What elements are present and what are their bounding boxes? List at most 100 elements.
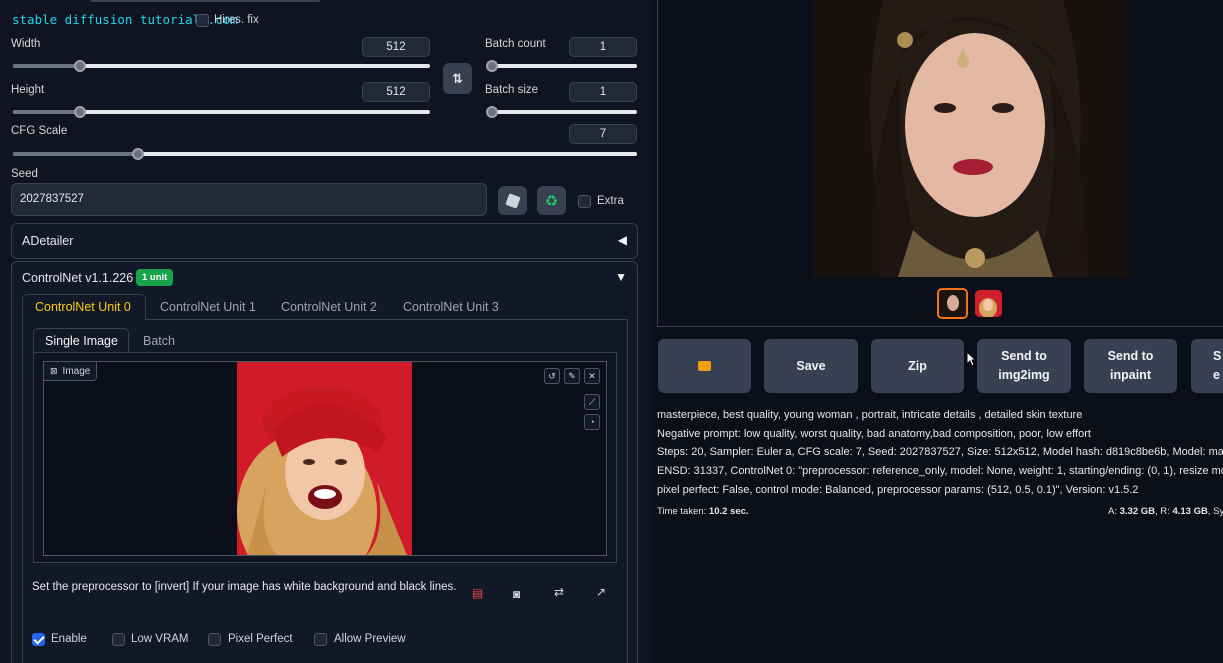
generation-prompt: masterpiece, best quality, young woman ,… — [657, 409, 1083, 421]
palette-icon[interactable]: ◔ — [584, 414, 600, 430]
tab-controlnet-unit-2[interactable]: ControlNet Unit 2 — [281, 300, 377, 314]
width-input[interactable]: 512 — [362, 37, 430, 57]
low-vram-checkbox[interactable] — [112, 633, 125, 646]
extra-seed-checkbox[interactable] — [578, 195, 591, 208]
batch-size-label: Batch size — [485, 84, 539, 96]
generation-params-line: Steps: 20, Sampler: Euler a, CFG scale: … — [657, 446, 1223, 458]
controlnet-title[interactable]: ControlNet v1.1.226 — [22, 271, 133, 285]
send-to-inpaint-button[interactable]: Send to inpaint — [1084, 339, 1177, 393]
send-extras-line1: S — [1213, 349, 1222, 363]
send-img2img-line1: Send to — [1001, 349, 1047, 363]
tab-single-image[interactable]: Single Image — [45, 334, 118, 348]
seed-label: Seed — [11, 168, 38, 180]
batch-size-slider-thumb[interactable] — [486, 106, 498, 118]
left-settings-panel: stable diffusion tutorials.com Hires. fi… — [0, 0, 652, 663]
send-dimensions-icon[interactable]: ↗ — [596, 585, 606, 599]
swap-dimensions-button[interactable]: ⇅ — [443, 63, 472, 94]
collapse-arrow-icon[interactable]: ◀ — [618, 233, 627, 247]
allow-preview-label: Allow Preview — [334, 633, 406, 645]
send-to-img2img-button[interactable]: Send to img2img — [977, 339, 1071, 393]
send-to-extras-button[interactable]: S e — [1191, 339, 1223, 393]
image-label-tag: ⊠ Image — [43, 361, 98, 381]
generation-version-line: pixel perfect: False, control mode: Bala… — [657, 484, 1139, 496]
memory-usage: A: 3.32 GB, R: 4.13 GB, Sys: 6 — [1108, 506, 1223, 517]
width-slider[interactable] — [13, 60, 430, 72]
enable-label: Enable — [51, 633, 87, 645]
camera-icon[interactable]: ◙ — [513, 587, 520, 601]
adetailer-accordion[interactable]: ADetailer ◀ — [11, 223, 638, 259]
cfg-slider-thumb[interactable] — [132, 148, 144, 160]
enable-checkbox[interactable] — [32, 633, 45, 646]
height-slider-thumb[interactable] — [74, 106, 86, 118]
batch-count-slider-thumb[interactable] — [486, 60, 498, 72]
reference-image — [237, 362, 412, 555]
batch-size-input[interactable]: 1 — [569, 82, 637, 102]
hires-fix-checkbox[interactable] — [196, 14, 209, 27]
undo-icon[interactable]: ↺ — [544, 368, 560, 384]
batch-count-label: Batch count — [485, 38, 546, 50]
pixel-perfect-checkbox[interactable] — [208, 633, 221, 646]
cfg-slider[interactable] — [13, 148, 637, 160]
reference-portrait — [237, 362, 412, 555]
height-label: Height — [11, 84, 45, 96]
image-icon: ⊠ — [50, 366, 58, 376]
time-taken-value: 10.2 sec. — [708, 506, 749, 517]
zip-button[interactable]: Zip — [871, 339, 964, 393]
generated-portrait — [813, 0, 1129, 277]
seed-input[interactable]: 2027837527 — [11, 183, 487, 216]
top-tab-remnant — [90, 0, 320, 2]
tab-controlnet-unit-3[interactable]: ControlNet Unit 3 — [403, 300, 499, 314]
folder-icon — [698, 361, 711, 371]
mem-a-label: A: — [1108, 506, 1117, 517]
low-vram-label: Low VRAM — [131, 633, 189, 645]
width-label: Width — [11, 38, 41, 50]
width-slider-thumb[interactable] — [74, 60, 86, 72]
mem-r-value: 4.13 GB — [1172, 506, 1208, 517]
thumbnail-1[interactable] — [937, 288, 968, 319]
generation-negative-prompt: Negative prompt: low quality, worst qual… — [657, 428, 1091, 440]
save-button[interactable]: Save — [764, 339, 858, 393]
height-input[interactable]: 512 — [362, 82, 430, 102]
mouse-cursor-icon — [966, 351, 976, 367]
swap-icon[interactable]: ⇄ — [554, 585, 564, 599]
reuse-seed-button[interactable]: ♻ — [537, 186, 566, 215]
expand-arrow-icon[interactable]: ▼ — [615, 270, 627, 284]
send-inpaint-line2: inpaint — [1110, 368, 1151, 382]
generated-image[interactable] — [813, 0, 1129, 277]
batch-size-slider[interactable] — [486, 106, 637, 118]
tab-controlnet-unit-1[interactable]: ControlNet Unit 1 — [160, 300, 256, 314]
thumbnail-1-image — [939, 290, 966, 317]
swap-dims-icon: ⇅ — [452, 70, 463, 86]
extra-seed-label: Extra — [597, 195, 624, 207]
send-inpaint-line1: Send to — [1107, 349, 1154, 363]
generation-controlnet-line: ENSD: 31337, ControlNet 0: "preprocessor… — [657, 465, 1223, 477]
hires-fix-label: Hires. fix — [214, 14, 259, 26]
controlnet-unit-badge: 1 unit — [136, 269, 174, 286]
close-icon[interactable]: ✕ — [584, 368, 600, 384]
height-slider[interactable] — [13, 106, 430, 118]
thumbnail-2[interactable] — [975, 290, 1002, 317]
cfg-input[interactable]: 7 — [569, 124, 637, 144]
adetailer-title: ADetailer — [22, 234, 74, 248]
recycle-icon: ♻ — [544, 192, 559, 210]
dice-icon — [504, 192, 521, 209]
tab-batch[interactable]: Batch — [143, 334, 175, 348]
batch-count-input[interactable]: 1 — [569, 37, 637, 57]
mem-r-label: R: — [1160, 506, 1170, 517]
mem-a-value: 3.32 GB — [1119, 506, 1156, 517]
mem-sys-label: Sys: 6 — [1213, 506, 1223, 517]
tab-controlnet-unit-0[interactable]: ControlNet Unit 0 — [35, 300, 131, 314]
preprocessor-hint: Set the preprocessor to [invert] If your… — [32, 581, 457, 593]
brush-icon[interactable]: ⟋ — [584, 394, 600, 410]
random-seed-button[interactable] — [498, 186, 527, 215]
image-label: Image — [62, 366, 91, 377]
cfg-label: CFG Scale — [11, 125, 68, 137]
send-img2img-line2: img2img — [998, 368, 1050, 382]
batch-count-slider[interactable] — [486, 60, 637, 72]
edit-icon[interactable]: ✎ — [564, 368, 580, 384]
document-icon[interactable]: ▤ — [472, 586, 483, 600]
send-extras-line2: e — [1213, 368, 1220, 382]
time-taken: Time taken: 10.2 sec. — [657, 506, 749, 517]
allow-preview-checkbox[interactable] — [314, 633, 327, 646]
open-folder-button[interactable] — [658, 339, 751, 393]
